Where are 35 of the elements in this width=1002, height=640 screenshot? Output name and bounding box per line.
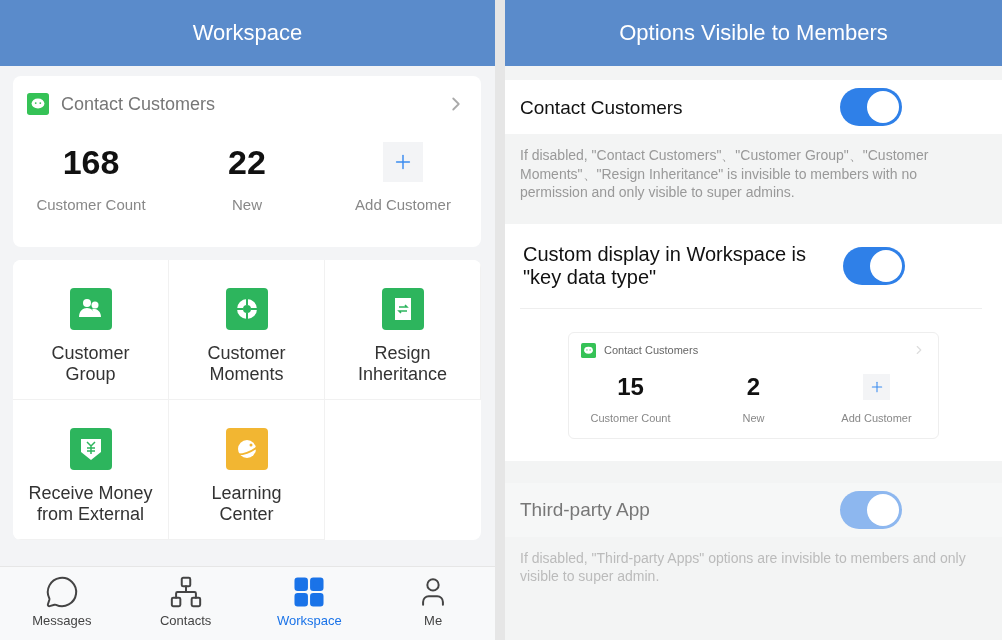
screen-title: Workspace — [0, 0, 495, 66]
chat-icon — [27, 93, 49, 115]
stat-label: Add Customer — [841, 411, 912, 424]
setting-note: If disabled, "Third-party Apps" options are invisible to members and only visible to super admin. — [519, 548, 967, 586]
setting-label: Custom display in Workspace is "key data type" — [523, 242, 808, 289]
tab[interactable]: Me — [371, 567, 495, 640]
setting-note: If disabled, "Contact Customers"、"Customer Group"、"Customer Moments"、"Resign Inheritance" is invisible to members with no permission and only visible to super admins. — [519, 146, 930, 202]
stat-value: 22 — [228, 142, 266, 182]
setting-label: Contact Customers — [520, 95, 684, 119]
tab[interactable]: Messages — [0, 567, 124, 640]
stat-label: New — [232, 196, 262, 213]
stat-label: Customer Count — [36, 196, 146, 213]
chat-icon — [581, 342, 596, 358]
org-chart-icon — [168, 575, 203, 609]
toggle-switch[interactable] — [840, 88, 902, 126]
screen-title: Options Visible to Members — [505, 0, 1002, 66]
tab[interactable]: Contacts — [123, 567, 248, 640]
chat-bubble-icon — [44, 575, 79, 609]
grid-icon — [292, 575, 327, 609]
stat-label: Customer Count — [590, 411, 671, 424]
card-title: Contact Customers — [604, 344, 700, 356]
tab[interactable]: Workspace — [247, 567, 372, 640]
stat-value: 15 — [617, 373, 644, 400]
app-tile[interactable]: Customer Moments — [169, 260, 325, 400]
stat-label: New — [742, 411, 765, 424]
app-tile[interactable]: Customer Group — [13, 260, 169, 400]
card-title: Contact Customers — [61, 93, 217, 115]
app-tile[interactable]: Learning Center — [169, 400, 325, 540]
add-button[interactable] — [383, 142, 423, 182]
toggle-switch[interactable] — [843, 246, 905, 285]
add-button[interactable] — [863, 373, 890, 400]
stat-value: 168 — [62, 142, 120, 182]
stat-value: 2 — [746, 373, 761, 400]
setting-label: Third-party App — [520, 498, 651, 521]
stat-label: Add Customer — [355, 196, 451, 213]
